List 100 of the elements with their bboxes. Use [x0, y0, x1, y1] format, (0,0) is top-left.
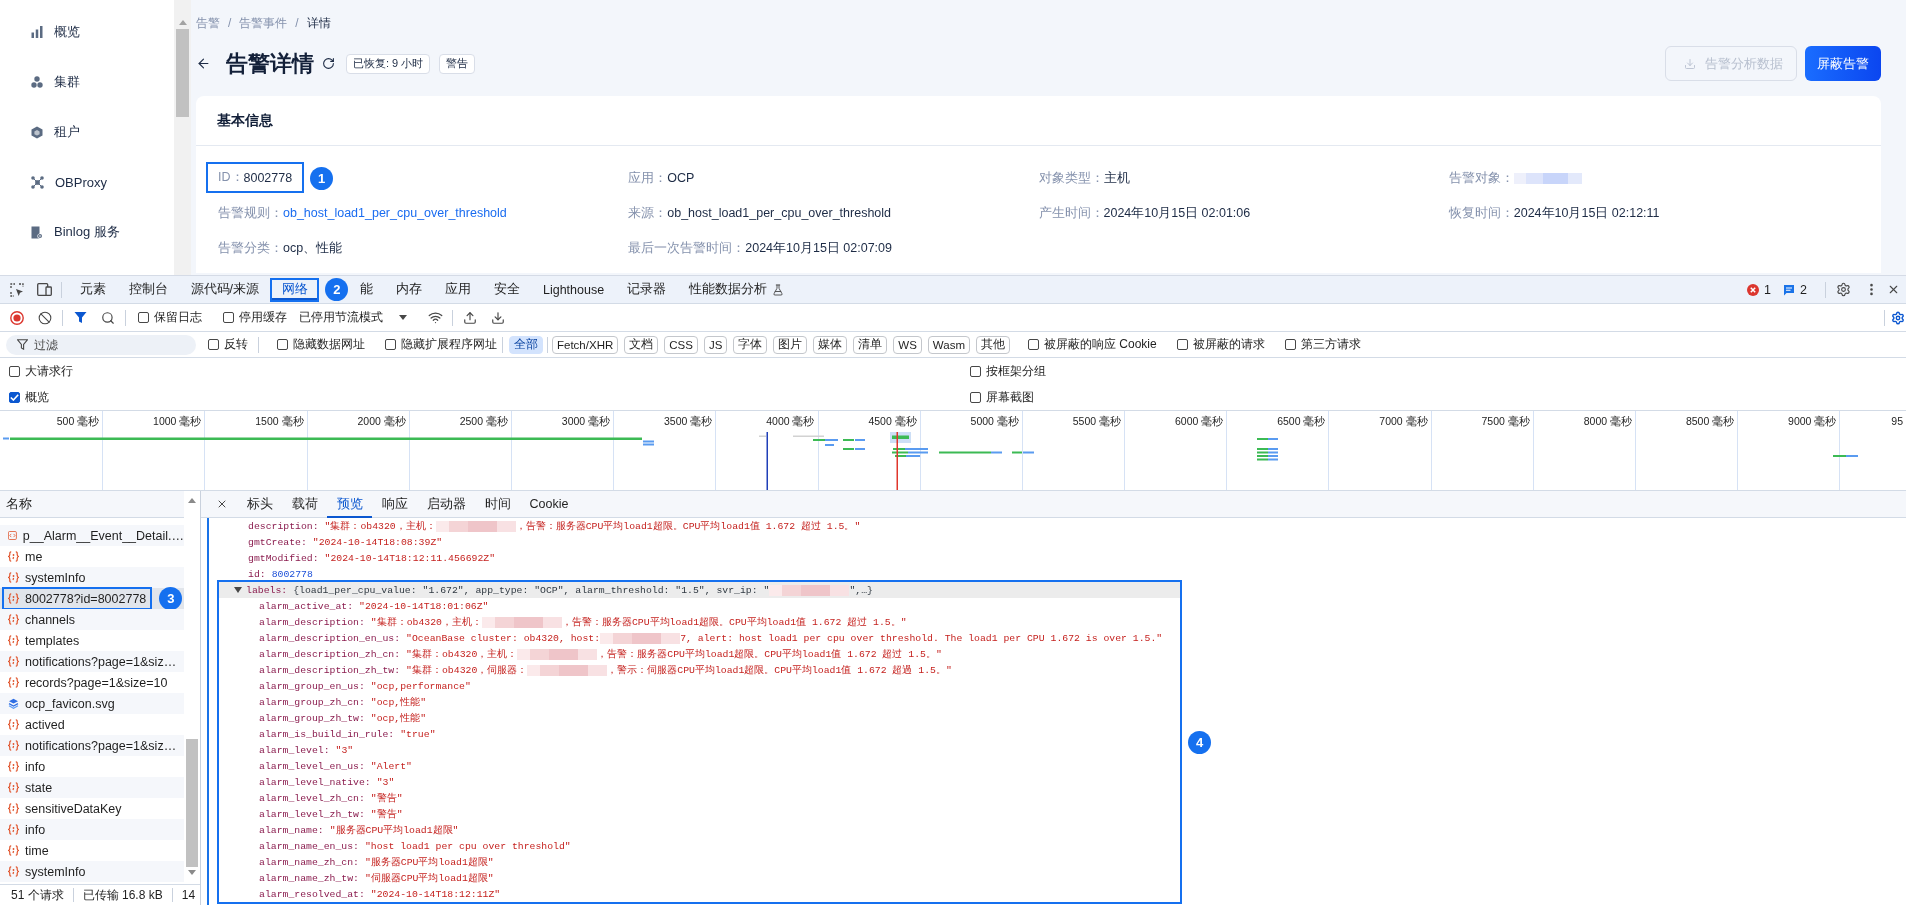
- wifi-icon[interactable]: [427, 310, 443, 325]
- panel-tab[interactable]: 应用: [433, 276, 483, 303]
- checkbox-label[interactable]: 按框架分组: [986, 362, 1046, 380]
- property-row[interactable]: alarm_description_zh_tw: "集群：ob4320，伺服器： ，警示：伺服器CPU平均load1超限。CPU平均load1值 1.672 超過 1.5。": [219, 662, 1180, 678]
- checkbox[interactable]: [1028, 339, 1039, 350]
- checkbox[interactable]: [277, 339, 288, 350]
- settings-icon[interactable]: [1835, 282, 1851, 297]
- request-row[interactable]: systemInfo: [0, 861, 184, 882]
- panel-tab[interactable]: 内存: [384, 276, 434, 303]
- request-row[interactable]: ocp_favicon.svg: [0, 693, 184, 714]
- message-icon[interactable]: [1783, 283, 1796, 296]
- request-row[interactable]: state: [0, 777, 184, 798]
- scrollbar-thumb[interactable]: [176, 29, 189, 117]
- column-header[interactable]: 名称: [0, 491, 184, 518]
- preview-tab[interactable]: 载荷: [282, 490, 327, 518]
- panel-tab[interactable]: 元素: [68, 276, 117, 303]
- panel-tab[interactable]: Lighthouse: [531, 276, 616, 303]
- expand-triangle-icon[interactable]: [234, 587, 242, 593]
- request-row[interactable]: 8002778?id=8002778 3: [0, 588, 184, 609]
- checkbox[interactable]: [138, 312, 149, 323]
- search-icon[interactable]: [101, 310, 115, 325]
- checkbox-label[interactable]: 停用缓存: [239, 309, 287, 326]
- upload-icon[interactable]: [463, 310, 477, 325]
- type-filter-chip[interactable]: 其他: [976, 335, 1010, 354]
- throttling-select[interactable]: 已停用节流模式: [295, 309, 411, 326]
- property-row[interactable]: id: 8002778: [209, 566, 1906, 582]
- checkbox-label[interactable]: 保留日志: [154, 309, 202, 326]
- checkbox-label[interactable]: 被屏蔽的请求: [1192, 336, 1265, 353]
- back-arrow-icon[interactable]: [196, 56, 211, 71]
- clear-icon[interactable]: [38, 310, 52, 325]
- type-filter-chip[interactable]: 图片: [773, 335, 808, 354]
- checkbox-label[interactable]: 隐藏数据网址: [293, 336, 365, 353]
- property-row[interactable]: alarm_level_native: "3": [219, 774, 1180, 790]
- checkbox[interactable]: [970, 365, 981, 377]
- panel-tab[interactable]: 记录器: [615, 276, 678, 303]
- checkbox[interactable]: [208, 339, 219, 350]
- record-stop-icon[interactable]: [10, 310, 24, 325]
- type-filter-chip[interactable]: 清单: [853, 335, 888, 354]
- property-row[interactable]: alarm_description_zh_cn: "集群：ob4320，主机： ，告警：服务器CPU平均load1超限。CPU平均load1值 1.672 超过 1.5。": [219, 646, 1180, 662]
- sidebar-item[interactable]: OBProxy: [0, 157, 174, 207]
- panel-tab[interactable]: 网络: [272, 279, 318, 300]
- close-icon[interactable]: [216, 498, 228, 510]
- primary-button[interactable]: 屏蔽告警: [1805, 46, 1881, 81]
- sidebar-item[interactable]: 租户: [0, 107, 174, 157]
- preview-tab[interactable]: 启动器: [417, 490, 475, 518]
- property-row[interactable]: alarm_is_build_in_rule: "true": [219, 726, 1180, 742]
- panel-tab[interactable]: 源代码/来源: [179, 276, 271, 303]
- checkbox-label[interactable]: 第三方请求: [1300, 336, 1361, 353]
- request-row[interactable]: channels: [0, 609, 184, 630]
- panel-tab[interactable]: 控制台: [117, 276, 179, 303]
- property-row[interactable]: alarm_level_en_us: "Alert": [219, 758, 1180, 774]
- sidebar-item[interactable]: 集群: [0, 57, 174, 107]
- property-row[interactable]: labels: {load1_per_cpu_value: "1.672", app_type: "OCP", alarm_threshold: "1.5", svr_ip: " ",…}: [219, 582, 1180, 598]
- property-row[interactable]: description: "集群：ob4320，主机： ，告警：服务器CPU平均load1超限。CPU平均load1值 1.672 超过 1.5。": [209, 518, 1906, 534]
- request-row[interactable]: info: [0, 819, 184, 840]
- preview-tab[interactable]: 预览: [327, 490, 372, 518]
- property-row[interactable]: alarm_resolved_at: "2024-10-14T18:12:11Z": [219, 886, 1180, 902]
- preview-tab[interactable]: 时间: [475, 490, 520, 518]
- scroll-down-arrow-icon[interactable]: [188, 870, 196, 875]
- rule-link[interactable]: ob_host_load1_per_cpu_over_threshold: [283, 206, 507, 220]
- error-icon[interactable]: [1747, 283, 1760, 296]
- property-row[interactable]: alarm_level: "3": [219, 742, 1180, 758]
- request-row[interactable]: notifications?page=1&siz…: [0, 651, 184, 672]
- sidebar-item[interactable]: 概览: [0, 7, 174, 57]
- panel-tab[interactable]: 安全: [482, 276, 532, 303]
- property-row[interactable]: alarm_active_at: "2024-10-14T18:01:06Z": [219, 598, 1180, 614]
- type-filter-chip[interactable]: 文档: [624, 335, 659, 354]
- type-filter-chip[interactable]: CSS: [664, 335, 698, 354]
- phone-tablet-icon[interactable]: [36, 283, 52, 296]
- type-filter-chip[interactable]: 媒体: [813, 335, 848, 354]
- property-row[interactable]: gmtCreate: "2024-10-14T18:08:39Z": [209, 534, 1906, 550]
- property-row[interactable]: alarm_name_zh_tw: "伺服器CPU平均load1超限": [219, 870, 1180, 886]
- checkbox-label[interactable]: 大请求行: [25, 362, 73, 380]
- checkbox-label[interactable]: 反转: [224, 336, 248, 353]
- type-filter-chip[interactable]: Wasm: [927, 335, 970, 354]
- settings-icon[interactable]: [1891, 310, 1905, 325]
- property-row[interactable]: alarm_group_en_us: "ocp,performance": [219, 678, 1180, 694]
- type-filter-chip[interactable]: WS: [893, 335, 922, 354]
- preview-tab[interactable]: 标头: [237, 490, 282, 518]
- checkbox-label[interactable]: 概览: [25, 388, 49, 406]
- property-row[interactable]: alarm_name_en_us: "host load1 per cpu over threshold": [219, 838, 1180, 854]
- sidebar-item[interactable]: Binlog 服务: [0, 207, 174, 257]
- preview-tab[interactable]: 响应: [372, 490, 417, 518]
- checkbox[interactable]: [9, 365, 20, 377]
- cursor-square-icon[interactable]: [10, 282, 24, 297]
- scroll-up-arrow-icon[interactable]: [188, 498, 196, 503]
- property-row[interactable]: alarm_description: "集群：ob4320，主机： ，告警：服务器CPU平均load1超限。CPU平均load1值 1.672 超过 1.5。": [219, 614, 1180, 630]
- type-filter-chip[interactable]: Fetch/XHR: [552, 335, 619, 354]
- request-row[interactable]: systemInfo: [0, 567, 184, 588]
- type-filter-chip[interactable]: 字体: [733, 335, 768, 354]
- type-filter-chip[interactable]: JS: [703, 335, 728, 354]
- checkbox-label[interactable]: 屏幕截图: [986, 388, 1034, 406]
- request-row[interactable]: p__Alarm__Event__Detail.…: [0, 525, 184, 546]
- property-row[interactable]: alarm_description_en_us: "OceanBase cluster: ob4320, host: 7, alert: host load1 per cpu over threshold. The load1 per CPU 1.672 is over 1.5.": [219, 630, 1180, 646]
- download-icon[interactable]: [491, 310, 505, 325]
- checkbox[interactable]: [970, 391, 981, 403]
- checkbox[interactable]: [1176, 339, 1188, 350]
- scrollbar-thumb[interactable]: [186, 739, 198, 867]
- property-row[interactable]: alarm_level_zh_tw: "警告": [219, 806, 1180, 822]
- property-row[interactable]: gmtModified: "2024-10-14T18:12:11.456692Z": [209, 550, 1906, 566]
